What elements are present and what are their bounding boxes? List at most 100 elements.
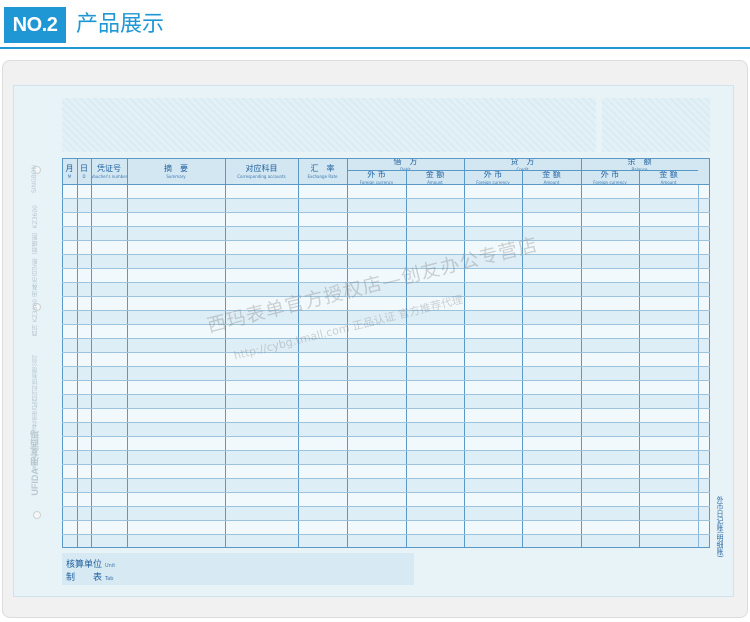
grid-line	[62, 380, 710, 381]
grid-line	[62, 158, 63, 548]
column-header-0: 月M	[62, 158, 77, 184]
grid-line	[62, 254, 710, 255]
ledger-footer: 核算单位 Unit 制 表 Tab	[62, 553, 414, 585]
ledger-table: 月 M 日 D 凭证号 Voucher's number 摘 要 Summary 对应科目 Cor…	[62, 158, 710, 548]
unit-label: 核算单位	[66, 560, 103, 570]
grid-line	[62, 296, 710, 297]
table-row	[62, 492, 710, 506]
table-row	[62, 296, 710, 310]
brand-logo: UFIDA 用友西玛	[30, 430, 40, 496]
column-header-3: 摘 要 Summary	[127, 158, 225, 184]
column-header-1-cn: 日	[80, 163, 88, 173]
grid-line	[298, 158, 299, 548]
form-type-label: 外币日记账(明细账)	[716, 496, 724, 558]
table-row	[62, 464, 710, 478]
preparer-label: 制 表	[66, 573, 103, 583]
column-header-2-en: Voucher's number	[91, 173, 127, 179]
table-row	[62, 212, 710, 226]
subcolumn-header: 金 额 Amount	[639, 170, 698, 184]
column-header-0-en: M	[67, 173, 72, 179]
column-header-1-en: D	[82, 173, 86, 179]
section-badge: NO.2	[4, 7, 66, 43]
side-text: SINGBON	[31, 165, 38, 193]
column-header-4: 对应科目 Corresponding accounts	[225, 158, 298, 184]
grid-line	[62, 520, 710, 521]
column-header-5-en: Exchange Rate	[307, 173, 338, 179]
table-row	[62, 506, 710, 520]
subcolumn-header-cn: 外 币	[483, 170, 503, 179]
column-header-0-cn: 月	[65, 163, 74, 173]
unit-field: 核算单位 Unit	[66, 557, 115, 570]
grid-line	[62, 492, 710, 493]
section-title: 产品展示	[76, 12, 165, 37]
grid-line	[62, 408, 710, 409]
column-header-4-cn: 对应科目	[245, 163, 278, 173]
column-header-5: 汇 率 Exchange Rate	[298, 158, 347, 184]
grid-line	[62, 450, 710, 451]
column-header-4-en: Corresponding accounts	[237, 173, 286, 179]
column-header-2: 凭证号 Voucher's number	[91, 158, 127, 184]
grid-line	[62, 464, 710, 465]
grid-line	[581, 158, 582, 548]
subcolumn-header: 外 币 Foreign currency	[347, 170, 406, 184]
binding-hole	[33, 511, 41, 519]
table-row	[62, 394, 710, 408]
side-text: 北京世纪西玛科技有限公司	[32, 355, 39, 427]
side-text: 外币日记账（明细账）KZ3600	[32, 205, 39, 289]
subcolumn-header: 外 币 Foreign currency	[464, 170, 522, 184]
grid-line	[62, 534, 710, 535]
table-row	[62, 366, 710, 380]
group-header-0-cn: 借 方	[393, 158, 418, 166]
grid-line	[347, 158, 348, 548]
grid-line	[464, 158, 465, 548]
subcolumn-header-cn: 外 币	[367, 170, 386, 179]
table-row	[62, 380, 710, 394]
table-row	[62, 422, 710, 436]
table-row	[62, 226, 710, 240]
grid-line	[62, 506, 710, 507]
group-header-0: 借 方 Debit	[347, 158, 464, 170]
grid-line	[62, 394, 710, 395]
decorative-pattern	[62, 98, 596, 152]
grid-line	[347, 170, 698, 171]
column-header-5-cn: 汇 率	[310, 163, 335, 173]
grid-line	[709, 158, 710, 548]
preparer-label-en: Tab	[105, 576, 114, 582]
table-row	[62, 240, 710, 254]
subcolumn-header: 金 额 Amount	[522, 170, 581, 184]
subcolumn-header-cn: 外 币	[600, 170, 620, 179]
grid-line	[62, 158, 710, 159]
column-header-2-cn: 凭证号	[97, 163, 121, 173]
table-row	[62, 324, 710, 338]
grid-line	[62, 338, 710, 339]
table-row	[62, 478, 710, 492]
decorative-pattern	[602, 98, 710, 152]
grid-line	[62, 436, 710, 437]
unit-label-en: Unit	[105, 563, 116, 569]
subcolumn-header-cn: 金 额	[659, 170, 678, 179]
side-text: 西玛 KZ3600 用友	[32, 285, 39, 337]
grid-line	[127, 158, 128, 548]
grid-line	[77, 158, 78, 548]
grid-line	[62, 422, 710, 423]
page-header: NO.2 产品展示	[0, 0, 750, 50]
grid-line	[62, 184, 710, 185]
grid-line	[62, 240, 710, 241]
table-row	[62, 436, 710, 450]
table-row	[62, 408, 710, 422]
grid-line	[62, 478, 710, 479]
column-header-3-en: Summary	[166, 173, 186, 179]
grid-line	[62, 366, 710, 367]
group-header-2-cn: 余 额	[627, 158, 652, 166]
grid-line	[91, 158, 92, 548]
table-row	[62, 450, 710, 464]
subcolumn-header: 外 币 Foreign currency	[581, 170, 639, 184]
grid-line	[62, 198, 710, 199]
grid-line	[62, 352, 710, 353]
subcolumn-header-cn: 金 额	[425, 170, 445, 179]
group-header-1-cn: 贷 方	[510, 158, 535, 166]
grid-line	[62, 212, 710, 213]
table-row	[62, 184, 710, 198]
column-header-1: 日D	[77, 158, 91, 184]
table-row	[62, 352, 710, 366]
